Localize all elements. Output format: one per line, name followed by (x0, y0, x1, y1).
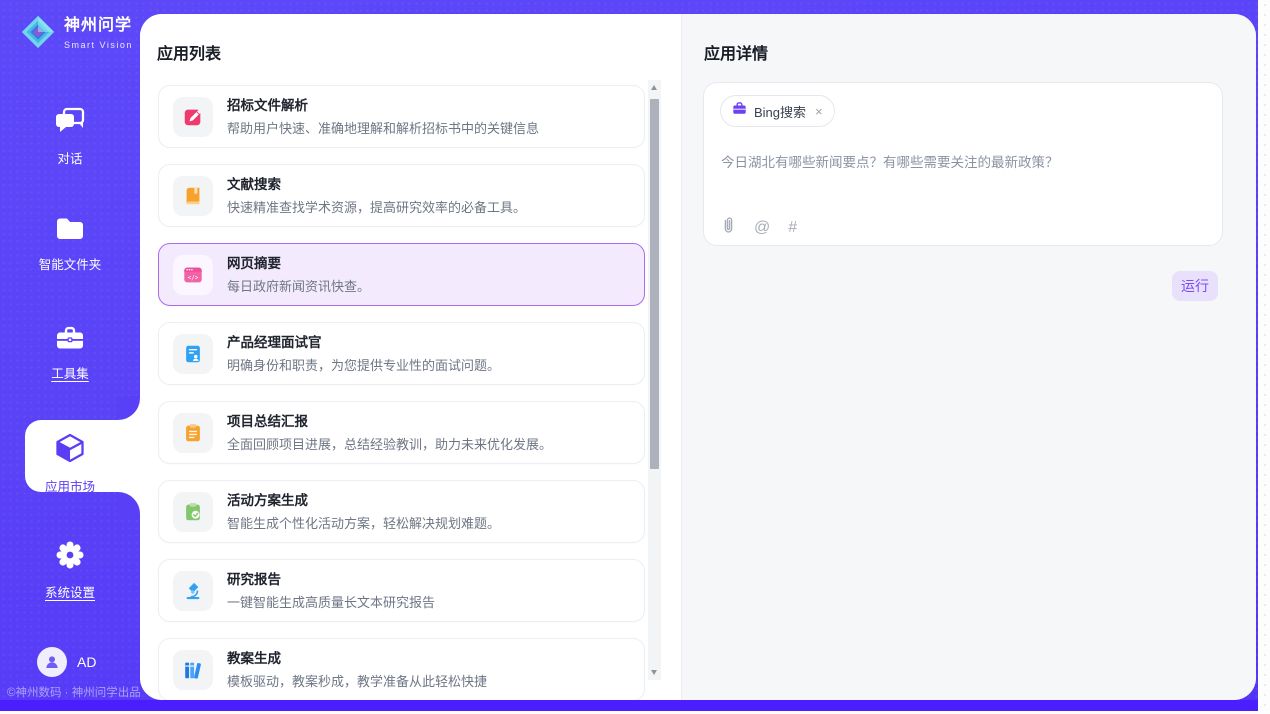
svg-text:</>: </> (188, 274, 199, 281)
app-card-desc: 快速精准查找学术资源，提高研究效率的必备工具。 (227, 197, 526, 216)
copyright-footer: ©神州数码 · 神州问学出品 (0, 684, 150, 700)
app-card-event-plan[interactable]: 活动方案生成 智能生成个性化活动方案，轻松解决规划难题。 (158, 480, 645, 543)
app-card-desc: 每日政府新闻资讯快查。 (227, 276, 370, 295)
app-card-title: 网页摘要 (227, 255, 370, 272)
app-card-desc: 明确身份和职责，为您提供专业性的面试问题。 (227, 355, 500, 374)
app-card-desc: 帮助用户快速、准确地理解和解析招标书中的关键信息 (227, 118, 539, 137)
toolbox-icon (0, 324, 140, 356)
app-list-panel: 应用列表 招标文件解析 帮助用户快速、准确地理解和解析招标书中的关键信息 (140, 14, 681, 700)
app-list-scrollbar[interactable] (648, 80, 661, 680)
app-card-desc: 全面回顾项目进展，总结经验教训，助力未来优化发展。 (227, 434, 552, 453)
sidebar-item-chat[interactable]: 对话 (0, 106, 140, 167)
tool-tag-close-icon[interactable]: × (815, 105, 823, 118)
cube-icon (0, 432, 140, 469)
microscope-icon (173, 571, 213, 611)
sidebar-item-label: 系统设置 (0, 582, 140, 601)
app-card-project-summary[interactable]: 项目总结汇报 全面回顾项目进展，总结经验教训，助力未来优化发展。 (158, 401, 645, 464)
brand-subtitle: Smart Vision (64, 40, 133, 50)
bottom-accent-strip (0, 700, 1258, 711)
diamond-logo-icon (19, 13, 57, 56)
main-content: 应用列表 招标文件解析 帮助用户快速、准确地理解和解析招标书中的关键信息 (140, 14, 1256, 700)
resume-person-icon (173, 334, 213, 374)
scrollbar-up-arrow-icon[interactable] (651, 85, 657, 90)
prompt-input-card: Bing搜索 × 今日湖北有哪些新闻要点？有哪些需要关注的最新政策？ @ # (703, 82, 1223, 246)
app-card-title: 项目总结汇报 (227, 413, 552, 430)
sidebar-item-label: 智能文件夹 (0, 254, 140, 273)
app-card-desc: 智能生成个性化活动方案，轻松解决规划难题。 (227, 513, 500, 532)
scrollbar-down-arrow-icon[interactable] (651, 670, 657, 675)
app-card-title: 研究报告 (227, 571, 435, 588)
app-card-tender-parse[interactable]: 招标文件解析 帮助用户快速、准确地理解和解析招标书中的关键信息 (158, 85, 645, 148)
web-window-icon: </> (173, 255, 213, 295)
tool-tag-label: Bing搜索 (754, 102, 806, 121)
hashtag-icon[interactable]: # (788, 220, 797, 236)
briefcase-icon (732, 101, 747, 121)
app-detail-title: 应用详情 (704, 40, 768, 64)
app-card-title: 教案生成 (227, 650, 487, 667)
sidebar-item-label: 对话 (0, 148, 140, 167)
app-card-research-report[interactable]: 研究报告 一键智能生成高质量长文本研究报告 (158, 559, 645, 622)
app-card-title: 文献搜索 (227, 176, 526, 193)
brand-logo: 神州问学 Smart Vision (19, 13, 133, 56)
sidebar: 神州问学 Smart Vision 对话 智能文件夹 (0, 0, 140, 700)
mention-at-icon[interactable]: @ (754, 220, 770, 236)
tool-tag-bing-search[interactable]: Bing搜索 × (720, 95, 835, 127)
sidebar-item-app-market[interactable]: 应用市场 (0, 432, 140, 495)
app-card-title: 活动方案生成 (227, 492, 500, 509)
sidebar-item-label: 工具集 (0, 363, 140, 382)
folder-icon (0, 216, 140, 247)
app-card-pm-interviewer[interactable]: 产品经理面试官 明确身份和职责，为您提供专业性的面试问题。 (158, 322, 645, 385)
attach-toolbar: @ # (721, 216, 797, 240)
app-detail-panel: 应用详情 Bing搜索 × 今日湖北有哪些新闻要点？有哪些需要关注的最新政策？ (681, 14, 1256, 700)
user-initials: AD (77, 654, 96, 670)
edit-doc-icon (173, 97, 213, 137)
app-card-title: 招标文件解析 (227, 97, 539, 114)
app-card-desc: 模板驱动，教案秒成，教学准备从此轻松快捷 (227, 671, 487, 690)
scrollbar-thumb[interactable] (650, 99, 659, 469)
sidebar-item-label: 应用市场 (0, 476, 140, 495)
gear-icon (0, 540, 140, 575)
query-input[interactable]: 今日湖北有哪些新闻要点？有哪些需要关注的最新政策？ (721, 151, 1201, 171)
paperclip-icon[interactable] (721, 216, 736, 240)
app-card-lesson-plan[interactable]: 教案生成 模板驱动，教案秒成，教学准备从此轻松快捷 (158, 638, 645, 700)
app-card-title: 产品经理面试官 (227, 334, 500, 351)
app-card-web-summary[interactable]: </> 网页摘要 每日政府新闻资讯快查。 (158, 243, 645, 306)
sidebar-item-settings[interactable]: 系统设置 (0, 540, 140, 601)
user-avatar-icon (37, 647, 67, 677)
app-card-desc: 一键智能生成高质量长文本研究报告 (227, 592, 435, 611)
clipboard-check-icon (173, 492, 213, 532)
app-card-literature-search[interactable]: 文献搜索 快速精准查找学术资源，提高研究效率的必备工具。 (158, 164, 645, 227)
books-icon (173, 650, 213, 690)
run-button[interactable]: 运行 (1172, 271, 1218, 301)
sidebar-item-smart-folders[interactable]: 智能文件夹 (0, 216, 140, 273)
clipboard-icon (173, 413, 213, 453)
chat-icon (0, 106, 140, 141)
app-list-title: 应用列表 (157, 40, 221, 64)
book-icon (173, 176, 213, 216)
brand-name: 神州问学 (64, 17, 132, 34)
sidebar-item-toolset[interactable]: 工具集 (0, 324, 140, 382)
user-account[interactable]: AD (37, 647, 96, 677)
